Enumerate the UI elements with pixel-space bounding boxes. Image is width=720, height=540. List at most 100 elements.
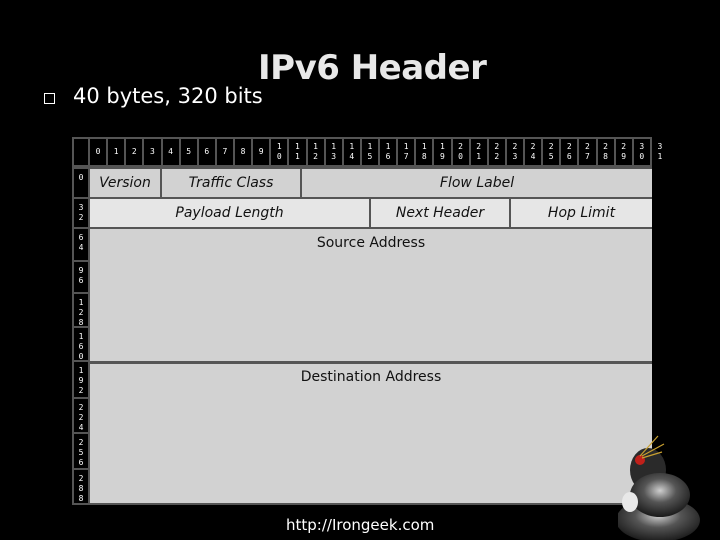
offset-digit: 3 xyxy=(78,203,84,212)
offset-digit: 0 xyxy=(78,173,84,182)
offset-digit: 6 xyxy=(78,342,84,351)
bit-digit: 1 xyxy=(440,142,445,151)
field-destination-address: Destination Address xyxy=(90,364,652,503)
bullet-text: 40 bytes, 320 bits xyxy=(73,84,263,108)
bit-column-header: 17 xyxy=(398,139,415,165)
row-offset-label: 160 xyxy=(74,328,88,361)
offset-digit: 2 xyxy=(78,386,84,395)
bit-column-header: 2 xyxy=(126,139,143,165)
offset-digit: 2 xyxy=(78,213,84,222)
row-offset-label: 0 xyxy=(74,169,88,197)
bit-digit: 2 xyxy=(566,142,572,151)
bit-digit: 3 xyxy=(150,147,155,156)
bit-digit: 7 xyxy=(403,152,409,161)
offset-digit: 6 xyxy=(78,458,84,467)
bit-digit: 2 xyxy=(512,142,518,151)
field-flow-label: Flow Label xyxy=(302,169,652,197)
bit-digit: 9 xyxy=(440,152,445,161)
field-source-address: Source Address xyxy=(90,229,652,361)
bit-column-header: 6 xyxy=(198,139,215,165)
bit-digit: 7 xyxy=(585,152,590,161)
bit-digit: 1 xyxy=(295,142,300,151)
offset-digit: 2 xyxy=(78,474,84,483)
bit-digit: 0 xyxy=(276,152,282,161)
footer-url-link[interactable]: http://Irongeek.com xyxy=(286,516,434,534)
offset-digit: 1 xyxy=(78,366,84,375)
field-version: Version xyxy=(90,169,160,197)
bit-digit: 9 xyxy=(258,147,264,156)
offset-digit: 1 xyxy=(78,332,84,341)
field-next-header: Next Header xyxy=(371,199,509,227)
penguin-mascot-image xyxy=(618,435,700,540)
field-hop-limit: Hop Limit xyxy=(511,199,652,227)
offset-digit: 8 xyxy=(78,484,84,493)
bit-digit: 1 xyxy=(476,152,482,161)
bit-column-header: 9 xyxy=(253,139,270,165)
bit-digit: 3 xyxy=(512,152,518,161)
offset-digit: 2 xyxy=(78,413,84,422)
bit-digit: 8 xyxy=(240,147,246,156)
bit-digit: 2 xyxy=(131,147,137,156)
bit-column-header: 0 xyxy=(90,139,107,165)
bit-digit: 8 xyxy=(421,152,427,161)
bit-digit: 6 xyxy=(385,152,391,161)
offset-digit: 2 xyxy=(78,308,84,317)
bit-digit: 3 xyxy=(657,142,663,151)
offset-digit: 4 xyxy=(78,423,84,432)
bit-digit: 1 xyxy=(313,142,318,151)
bit-digit: 2 xyxy=(548,142,554,151)
offset-digit: 0 xyxy=(78,352,84,361)
bit-digit: 2 xyxy=(603,142,608,151)
bit-column-header: 3 xyxy=(144,139,161,165)
field-payload-length: Payload Length xyxy=(90,199,369,227)
bit-digit: 9 xyxy=(621,152,627,161)
row-offset-label: 256 xyxy=(74,434,88,468)
bit-column-header: 7 xyxy=(216,139,233,165)
row-offset-label: 32 xyxy=(74,199,88,227)
field-traffic-class: Traffic Class xyxy=(162,169,300,197)
offset-digit: 9 xyxy=(78,266,84,275)
offset-digit: 6 xyxy=(78,233,84,242)
bit-column-header: 27 xyxy=(579,139,596,165)
bit-digit: 1 xyxy=(113,147,119,156)
bit-digit: 4 xyxy=(530,152,536,161)
row-offset-label: 128 xyxy=(74,294,88,327)
bit-digit: 2 xyxy=(585,142,590,151)
ipv6-header-diagram: Version Traffic Class Flow Label Payload… xyxy=(72,137,668,505)
bit-column-header: 19 xyxy=(434,139,451,165)
offset-digit: 8 xyxy=(78,318,84,327)
bit-digit: 2 xyxy=(476,142,482,151)
offset-digit: 4 xyxy=(78,243,84,252)
bit-column-header: 25 xyxy=(543,139,560,165)
bit-column-header: 11 xyxy=(289,139,306,165)
offset-digit: 2 xyxy=(78,438,84,447)
bit-column-header: 24 xyxy=(525,139,542,165)
bit-column-header: 10 xyxy=(271,139,288,165)
bit-digit: 8 xyxy=(603,152,608,161)
bit-column-header: 20 xyxy=(452,139,469,165)
bit-digit: 7 xyxy=(222,147,228,156)
bit-digit: 0 xyxy=(458,152,463,161)
bit-column-header: 18 xyxy=(416,139,433,165)
bit-column-header: 28 xyxy=(597,139,614,165)
bit-digit: 2 xyxy=(494,142,500,151)
bit-digit: 2 xyxy=(313,152,318,161)
bit-column-header: 31 xyxy=(651,139,668,165)
bit-digit: 4 xyxy=(168,147,173,156)
bit-column-header: 30 xyxy=(633,139,650,165)
bit-digit: 3 xyxy=(331,152,337,161)
offset-digit: 8 xyxy=(78,494,84,503)
bit-column-header: 29 xyxy=(615,139,632,165)
offset-digit: 9 xyxy=(78,376,84,385)
bit-digit: 3 xyxy=(639,142,645,151)
row-offset-label: 288 xyxy=(74,470,88,503)
row-offset-label: 224 xyxy=(74,399,88,432)
bit-digit: 1 xyxy=(331,142,337,151)
bit-digit: 2 xyxy=(458,142,463,151)
bit-digit: 1 xyxy=(421,142,427,151)
bit-digit: 4 xyxy=(349,152,355,161)
row-offset-label: 192 xyxy=(74,362,88,397)
bit-column-header: 4 xyxy=(162,139,179,165)
bit-column-header: 23 xyxy=(506,139,523,165)
offset-digit: 5 xyxy=(78,448,84,457)
